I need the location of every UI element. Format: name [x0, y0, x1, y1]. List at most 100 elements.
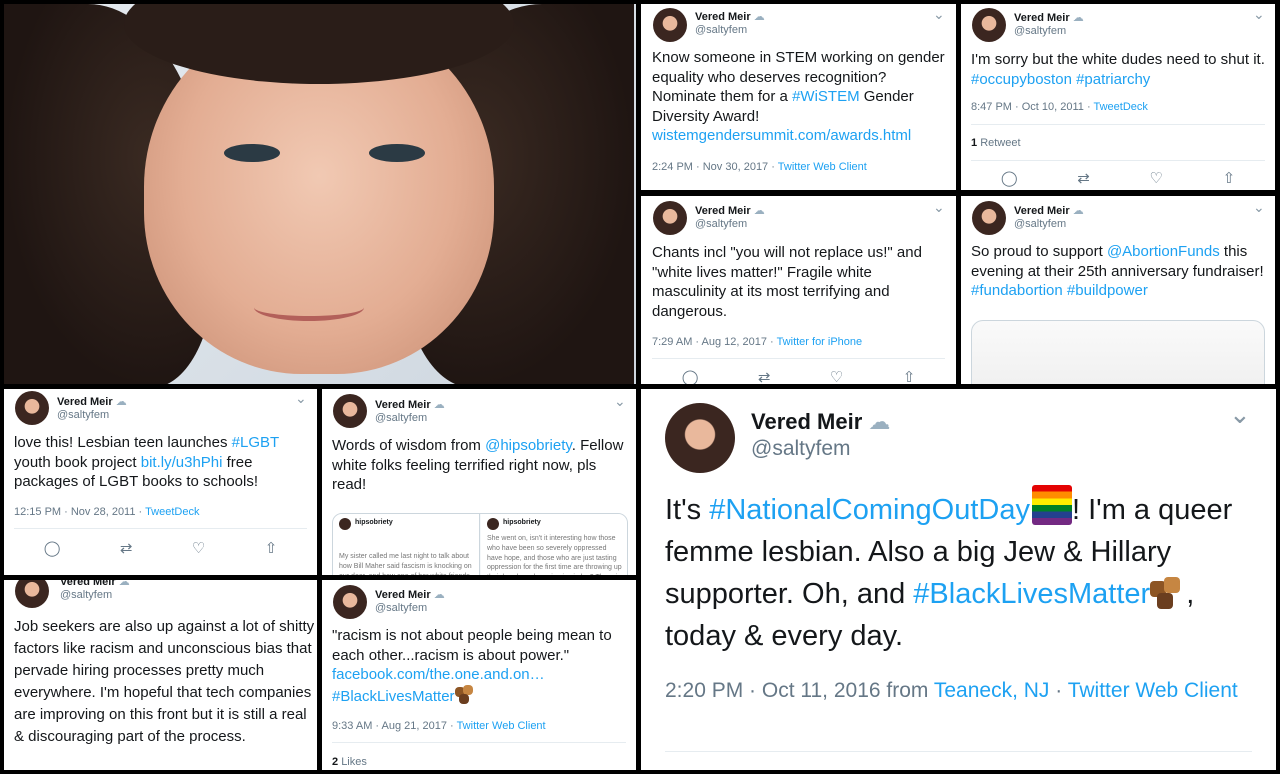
mention-link[interactable]: @AbortionFunds [1107, 243, 1220, 260]
user-handle[interactable]: @saltyfem [1014, 25, 1066, 37]
reply-icon[interactable]: ◯ [1001, 169, 1018, 187]
tweet-card-wisdom[interactable]: Vered Meir ☁ @saltyfem ⌄ Words of wisdom… [322, 389, 636, 575]
user-handle[interactable]: @saltyfem [375, 412, 427, 424]
source-link[interactable]: TweetDeck [145, 506, 199, 518]
tweet-text: I'm sorry but the white dudes need to sh… [971, 51, 1265, 88]
cloud-icon: ☁ [1072, 205, 1084, 217]
tweet-meta: 8:47 PM · Oct 10, 2011 · TweetDeck [971, 101, 1148, 113]
embedded-screenshot[interactable]: hipsobriety My sister called me last nig… [332, 513, 628, 575]
tweet-card-racism[interactable]: Vered Meir ☁ @saltyfem "racism is not ab… [322, 580, 636, 770]
cloud-icon: ☁ [115, 396, 127, 408]
cloud-icon: ☁ [118, 580, 130, 588]
avatar[interactable] [972, 8, 1006, 42]
tweet-card-lgbt[interactable]: Vered Meir ☁ @saltyfem ⌄ love this! Lesb… [4, 389, 317, 575]
rainbow-flag-icon [1032, 485, 1072, 525]
display-name[interactable]: Vered Meir [695, 11, 751, 23]
user-handle[interactable]: @saltyfem [375, 602, 427, 614]
share-icon[interactable]: ⇧ [1223, 169, 1236, 187]
divider [971, 124, 1265, 125]
cloud-icon: ☁ [433, 589, 445, 601]
avatar[interactable] [333, 394, 367, 428]
user-handle[interactable]: @saltyfem [57, 409, 109, 421]
user-handle[interactable]: @saltyfem [695, 24, 747, 36]
display-name[interactable]: Vered Meir [375, 399, 431, 411]
hashtag-link[interactable]: #BlackLivesMatter [913, 578, 1150, 610]
tweet-card-coming-out[interactable]: Vered Meir ☁ @saltyfem ⌄ It's #NationalC… [641, 389, 1276, 770]
url-link[interactable]: facebook.com/the.one.and.on… [332, 666, 545, 683]
avatar[interactable] [653, 8, 687, 42]
tweet-card-occupy[interactable]: Vered Meir ☁ @saltyfem ⌄ I'm sorry but t… [961, 4, 1275, 190]
heart-icon[interactable]: ♡ [1149, 169, 1162, 187]
hashtag-link[interactable]: #fundabortion [971, 282, 1063, 299]
url-link[interactable]: bit.ly/u3hPhi [141, 454, 223, 471]
tweet-text: Words of wisdom from @hipsobriety. Fello… [332, 437, 624, 493]
tweet-text: love this! Lesbian teen launches #LGBT y… [14, 434, 279, 490]
tweet-text: Job seekers are also up against a lot of… [14, 618, 315, 745]
display-name[interactable]: Vered Meir [751, 409, 862, 434]
chevron-down-icon[interactable]: ⌄ [614, 393, 626, 410]
attached-photo[interactable] [971, 320, 1265, 384]
share-icon[interactable]: ⇧ [903, 368, 916, 384]
retweet-icon[interactable]: ⇄ [120, 539, 133, 557]
heart-icon[interactable]: ♡ [192, 539, 205, 557]
heart-icon[interactable]: ♡ [830, 368, 843, 384]
source-link[interactable]: Twitter for iPhone [777, 336, 863, 348]
hashtag-link[interactable]: #NationalComingOutDay [709, 494, 1030, 526]
tweet-meta: 9:33 AM · Aug 21, 2017 · Twitter Web Cli… [332, 720, 546, 732]
chevron-down-icon[interactable]: ⌄ [933, 199, 945, 216]
hashtag-link[interactable]: #LGBT [232, 434, 279, 451]
chevron-down-icon[interactable]: ⌄ [933, 6, 945, 23]
chevron-down-icon[interactable]: ⌄ [1229, 399, 1251, 430]
divider [332, 742, 626, 743]
avatar[interactable] [653, 201, 687, 235]
tweet-card-chants[interactable]: Vered Meir ☁ @saltyfem ⌄ Chants incl "yo… [641, 196, 956, 384]
display-name[interactable]: Vered Meir [695, 205, 751, 217]
retweet-count[interactable]: 1 Retweet [971, 137, 1021, 149]
raised-fists-icon [1150, 577, 1186, 609]
reply-icon[interactable]: ◯ [44, 539, 61, 557]
mention-link[interactable]: @hipsobriety [485, 437, 572, 454]
display-name[interactable]: Vered Meir [375, 589, 431, 601]
tweet-text: Chants incl "you will not replace us!" a… [652, 244, 922, 320]
display-name[interactable]: Vered Meir [1014, 12, 1070, 24]
avatar[interactable] [333, 585, 367, 619]
chevron-down-icon[interactable]: ⌄ [1253, 6, 1265, 23]
hashtag-link[interactable]: #patriarchy [1076, 71, 1150, 88]
divider [971, 160, 1265, 161]
avatar[interactable] [665, 403, 735, 473]
tweet-card-jobs[interactable]: Vered Meir ☁ @saltyfem Job seekers are a… [4, 580, 317, 770]
likes-count[interactable]: 2 Likes [332, 756, 367, 768]
hashtag-link[interactable]: #occupyboston [971, 71, 1072, 88]
chevron-down-icon[interactable]: ⌄ [295, 390, 307, 407]
raised-fists-icon [454, 684, 477, 705]
share-icon[interactable]: ⇧ [265, 539, 278, 557]
avatar [339, 518, 351, 530]
source-link[interactable]: Twitter Web Client [457, 720, 546, 732]
retweet-icon[interactable]: ⇄ [758, 368, 771, 384]
display-name[interactable]: Vered Meir [57, 396, 113, 408]
chevron-down-icon[interactable]: ⌄ [1253, 199, 1265, 216]
user-handle[interactable]: @saltyfem [695, 218, 747, 230]
reply-icon[interactable]: ◯ [682, 368, 699, 384]
user-handle[interactable]: @saltyfem [60, 589, 112, 601]
hashtag-link[interactable]: #buildpower [1067, 282, 1148, 299]
user-handle[interactable]: @saltyfem [751, 437, 851, 461]
avatar[interactable] [15, 391, 49, 425]
avatar[interactable] [972, 201, 1006, 235]
divider [665, 751, 1252, 752]
source-link[interactable]: TweetDeck [1094, 101, 1148, 113]
tweet-card-abortion[interactable]: Vered Meir ☁ @saltyfem ⌄ So proud to sup… [961, 196, 1275, 384]
source-link[interactable]: Twitter Web Client [1068, 679, 1238, 702]
tweet-text: It's #NationalComingOutDay! I'm a queer … [665, 485, 1255, 657]
source-link[interactable]: Twitter Web Client [778, 161, 867, 173]
user-handle[interactable]: @saltyfem [1014, 218, 1066, 230]
display-name[interactable]: Vered Meir [60, 580, 116, 588]
tweet-card-wistem[interactable]: Vered Meir ☁ @saltyfem ⌄ Know someone in… [641, 4, 956, 190]
display-name[interactable]: Vered Meir [1014, 205, 1070, 217]
avatar[interactable] [15, 580, 49, 608]
hashtag-link[interactable]: #WiSTEM [792, 88, 860, 105]
location-link[interactable]: Teaneck, NJ [934, 679, 1050, 702]
retweet-icon[interactable]: ⇄ [1077, 169, 1090, 187]
hashtag-link[interactable]: #BlackLivesMatter [332, 688, 455, 705]
url-link[interactable]: wistemgendersummit.com/awards.html [652, 127, 911, 144]
